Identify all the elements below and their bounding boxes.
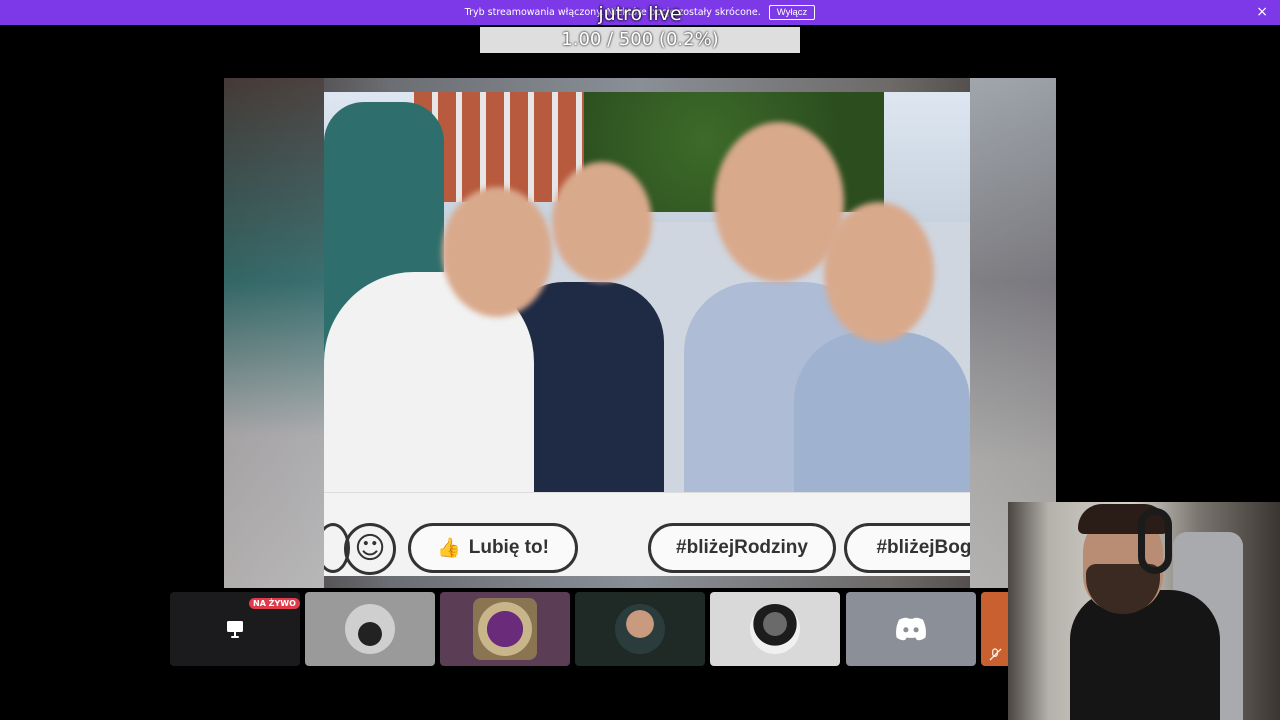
person-avatar <box>615 604 665 654</box>
shared-photo: ☺ 👍 Lubię to! #bliżejRodziny #bliżejBog <box>324 92 970 576</box>
hashtag-label: #bliżejBog <box>876 537 970 558</box>
discord-icon <box>896 617 926 641</box>
person-avatar <box>750 604 800 654</box>
framed-avatar <box>473 598 537 660</box>
car-avatar <box>345 604 395 654</box>
webcam-feed <box>1008 502 1280 720</box>
like-badge: 👍 Lubię to! <box>408 523 578 573</box>
smiley-icon: ☺ <box>344 523 396 575</box>
screen-share-tile[interactable]: NA ŻYWO <box>170 592 300 666</box>
live-badge: NA ŻYWO <box>249 598 300 609</box>
like-badge-label: Lubię to! <box>468 537 549 558</box>
goal-counter: 1.00 / 500 (0.2%) <box>480 27 800 53</box>
glasses-avatar-tile[interactable] <box>575 592 705 666</box>
thumbs-up-icon: 👍 <box>437 538 461 559</box>
photo-face-blurred <box>552 162 652 282</box>
hashtag-label: #bliżejRodziny <box>676 537 808 558</box>
blurred-background-left <box>224 78 324 588</box>
photo-board: ☺ 👍 Lubię to! #bliżejRodziny #bliżejBog <box>324 492 970 576</box>
hashtag-badge: #bliżejRodziny <box>648 523 836 573</box>
orange-avatar-tile[interactable] <box>981 592 1011 666</box>
webcam-person-body <box>1070 590 1220 720</box>
photo-face-blurred <box>442 187 552 317</box>
hashtag-badge: #bliżejBog <box>844 523 970 573</box>
framed-avatar-tile[interactable] <box>440 592 570 666</box>
bw-avatar-tile[interactable] <box>710 592 840 666</box>
car-avatar-tile[interactable] <box>305 592 435 666</box>
photo-girl <box>794 332 970 492</box>
mic-off-icon <box>989 648 1002 661</box>
headphones-icon <box>1138 508 1172 574</box>
photo-face-blurred <box>824 202 934 342</box>
stream-title: jutro live <box>598 3 682 25</box>
discord-avatar-tile[interactable] <box>846 592 976 666</box>
monitor-icon <box>227 621 243 638</box>
